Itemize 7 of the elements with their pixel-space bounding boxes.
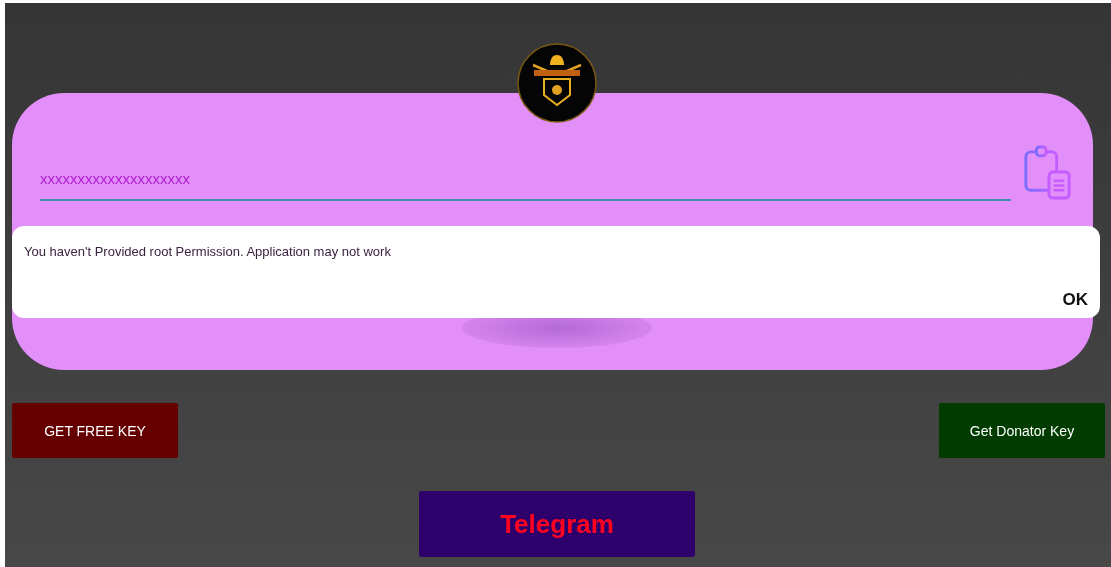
shield-logo-icon bbox=[517, 43, 597, 123]
dialog-message: You haven't Provided root Permission. Application may not work bbox=[24, 244, 392, 259]
ok-button[interactable]: OK bbox=[1062, 290, 1088, 310]
clipboard-icon[interactable] bbox=[1023, 145, 1073, 201]
telegram-button[interactable]: Telegram bbox=[419, 491, 695, 557]
key-button[interactable]: GET FREE KEY bbox=[12, 403, 178, 458]
key-button[interactable]: Get Donator Key bbox=[939, 403, 1105, 458]
